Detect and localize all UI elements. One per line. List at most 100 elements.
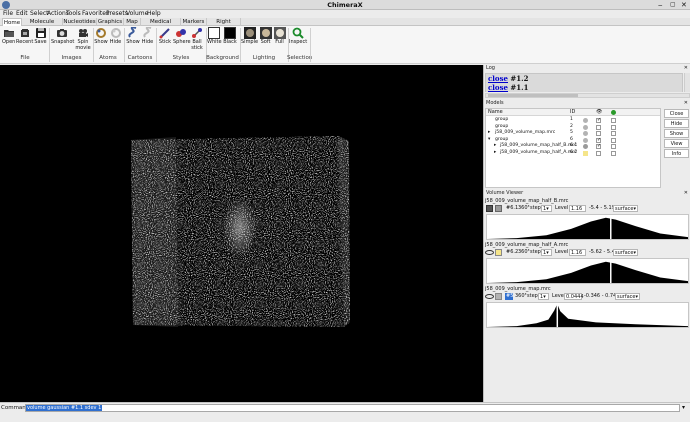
models-info-button[interactable]: Info (664, 149, 689, 158)
recent-button[interactable]: Recent (16, 27, 33, 46)
volume-id[interactable]: #5 (505, 293, 513, 300)
graphics-viewport[interactable] (0, 65, 483, 402)
snapshot-button[interactable]: Snapshot (51, 27, 74, 46)
command-text[interactable]: volume gaussian #1.1 sdev 1 (26, 405, 103, 411)
simple-lighting-button[interactable]: Simple (241, 27, 258, 46)
menu-edit[interactable]: Edit (16, 10, 28, 18)
tab-graphics[interactable]: Graphics (97, 18, 124, 26)
ribbon-separator (310, 28, 311, 62)
black-background-button[interactable]: Black (223, 27, 237, 46)
tab-medical-image[interactable]: Medical Image (141, 18, 181, 33)
minimize-icon[interactable]: ‒ (658, 1, 662, 9)
sphere-button[interactable]: Sphere (173, 27, 191, 46)
model-shown-checkbox[interactable] (596, 124, 601, 130)
log-horizontal-scrollbar[interactable] (485, 93, 690, 98)
model-select-checkbox[interactable] (611, 144, 616, 149)
dropdown-caret-icon: ▾ (546, 250, 549, 256)
level-input[interactable]: 1.16 (569, 249, 586, 256)
open-button[interactable]: Open (2, 27, 15, 46)
tab-molecule-display[interactable]: Molecule Display (22, 18, 63, 33)
volume-color-swatch[interactable] (495, 249, 502, 256)
close-command-link[interactable]: close (488, 83, 508, 92)
tab-map[interactable]: Map (124, 18, 141, 26)
cartoons-hide-button[interactable]: Hide (141, 27, 154, 46)
menu-volume[interactable]: Volume (126, 10, 148, 18)
spin-movie-button[interactable]: Spin movie (74, 27, 92, 51)
tab-nucleotides[interactable]: Nucleotides (63, 18, 97, 26)
level-input[interactable]: 1.16 (569, 205, 586, 212)
tab-markers[interactable]: Markers (181, 18, 207, 26)
style-select[interactable]: surface ▾ (613, 249, 638, 256)
model-color-swatch[interactable] (583, 150, 588, 156)
models-view-button[interactable]: View (664, 139, 689, 148)
model-shown-checkbox[interactable] (596, 150, 601, 156)
model-select-checkbox[interactable] (611, 137, 616, 143)
atoms-show-button[interactable]: Show (94, 27, 108, 46)
step-select[interactable]: 1 ▾ (541, 205, 552, 212)
close-log-icon[interactable]: ✕ (684, 65, 688, 72)
menu-presets[interactable]: Presets (106, 10, 128, 18)
scrollbar-thumb[interactable] (488, 94, 578, 97)
tab-right-mouse[interactable]: Right Mouse (207, 18, 241, 33)
step-select[interactable]: 1 ▾ (538, 293, 549, 300)
cartoons-show-button[interactable]: Show (126, 27, 140, 46)
close-command-link[interactable]: close (488, 74, 508, 83)
group-label-cartoons: Cartoons (127, 55, 153, 61)
model-select-checkbox[interactable] (611, 131, 616, 136)
model-color-swatch[interactable] (583, 124, 588, 130)
command-history-dropdown-icon[interactable]: ▾ (682, 404, 685, 411)
histogram[interactable] (486, 214, 689, 240)
model-shown-checkbox[interactable]: ✓ (596, 118, 601, 123)
model-color-swatch[interactable] (583, 118, 588, 123)
save-label: Save (34, 39, 47, 45)
menu-select[interactable]: Select (30, 10, 49, 18)
histogram[interactable] (486, 258, 689, 284)
soft-lighting-button[interactable]: Soft (259, 27, 272, 46)
ball-stick-button[interactable]: Ball stick (190, 27, 204, 51)
maximize-icon[interactable]: ▢ (670, 1, 676, 9)
stick-button[interactable]: Stick (158, 27, 172, 46)
full-lighting-button[interactable]: Full (273, 27, 286, 46)
models-show-button[interactable]: Show (664, 129, 689, 138)
expand-arrow-icon[interactable]: ▸ (494, 150, 496, 157)
model-shown-checkbox[interactable]: ✓ (596, 137, 601, 143)
menu-bar: File Edit Select Actions Tools Favorites… (0, 10, 690, 18)
style-select[interactable]: surface ▾ (613, 205, 638, 212)
close-volume-viewer-icon[interactable]: ✕ (684, 190, 688, 197)
log-scrollbar[interactable] (684, 73, 690, 92)
eye-hidden-icon[interactable] (485, 294, 494, 299)
command-input[interactable]: volume gaussian #1.1 sdev 1 (25, 404, 680, 412)
menu-tools[interactable]: Tools (66, 10, 81, 18)
level-input[interactable]: 0.0444 (564, 293, 584, 300)
menu-help[interactable]: Help (147, 10, 161, 18)
style-select[interactable]: surface ▾ (615, 293, 640, 300)
close-models-icon[interactable]: ✕ (684, 100, 688, 107)
model-color-swatch[interactable] (583, 137, 588, 143)
model-color-swatch[interactable] (583, 144, 588, 149)
atoms-hide-button[interactable]: Hide (109, 27, 122, 46)
model-select-checkbox[interactable] (611, 150, 616, 156)
eye-hidden-icon[interactable] (485, 250, 494, 255)
model-select-checkbox[interactable] (611, 118, 616, 123)
model-color-swatch[interactable] (583, 131, 588, 136)
ribbon-cartoon-icon (128, 27, 137, 38)
white-background-button[interactable]: White (207, 27, 222, 46)
volume-hide-toggle[interactable] (486, 205, 493, 212)
tab-home[interactable]: Home (2, 18, 22, 26)
inspect-button[interactable]: Inspect (289, 27, 307, 46)
save-button[interactable]: Save (34, 27, 47, 46)
models-close-button[interactable]: Close (664, 109, 689, 118)
step-select[interactable]: 1 ▾ (541, 249, 552, 256)
model-row[interactable]: ▸ j58_009_volume_map_half_A.mrc 6.2 (486, 150, 660, 157)
dropdown-caret-icon: ▾ (546, 206, 549, 212)
close-window-icon[interactable]: ✕ (681, 1, 687, 9)
model-shown-checkbox[interactable] (596, 131, 601, 136)
histogram[interactable] (486, 302, 689, 328)
models-hide-button[interactable]: Hide (664, 119, 689, 128)
menu-file[interactable]: File (3, 10, 13, 18)
ball-stick-label: Ball stick (191, 39, 203, 51)
model-select-checkbox[interactable] (611, 124, 616, 130)
volume-color-swatch[interactable] (495, 205, 502, 212)
model-shown-checkbox[interactable]: ✓ (596, 144, 601, 149)
volume-color-swatch[interactable] (495, 293, 502, 300)
